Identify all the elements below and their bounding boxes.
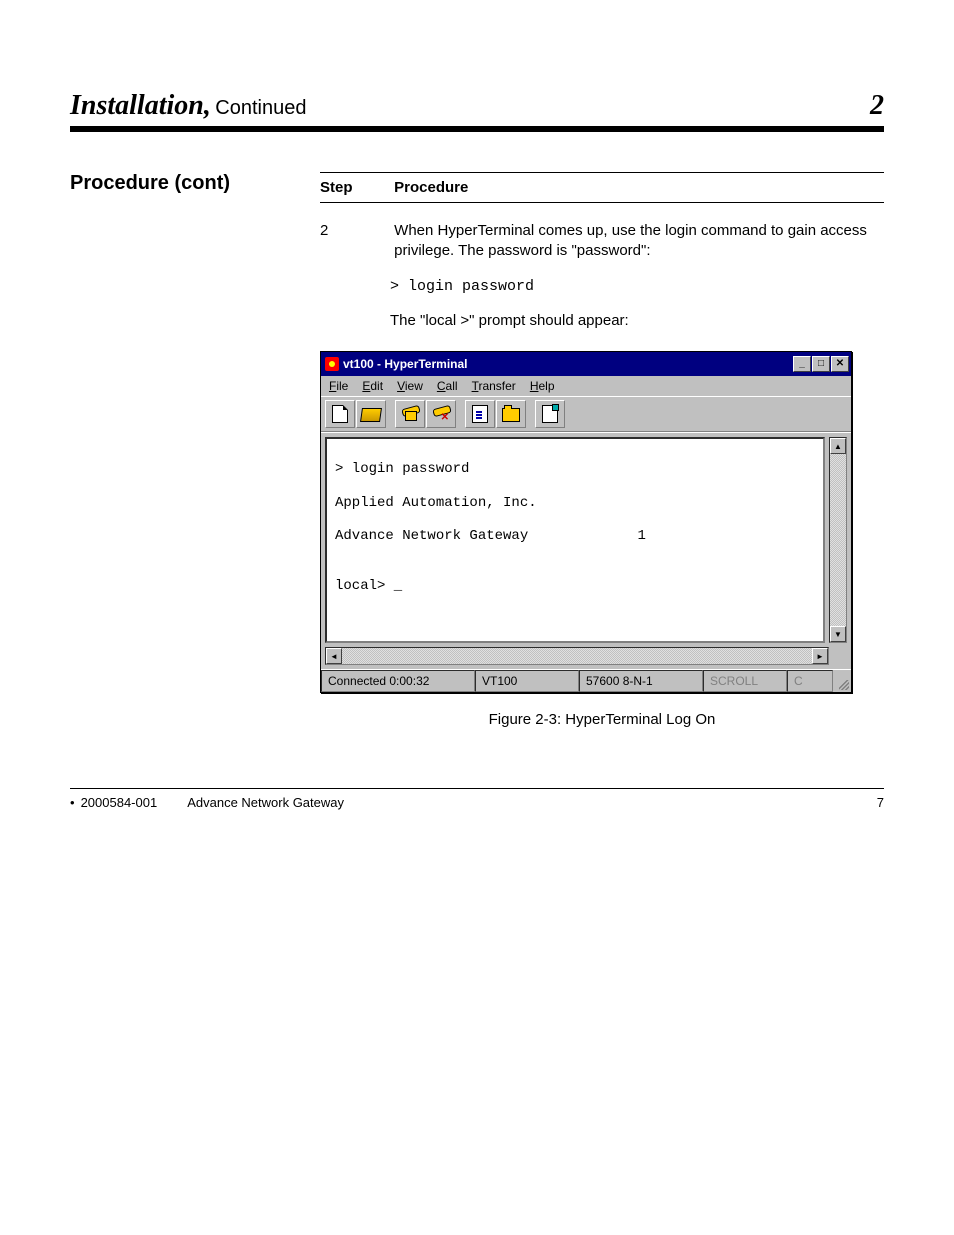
chapter-title-group: Installation, Continued bbox=[70, 90, 306, 122]
footer-title: Advance Network Gateway bbox=[187, 795, 344, 810]
scroll-track[interactable] bbox=[342, 648, 812, 664]
scroll-up-icon[interactable]: ▲ bbox=[830, 438, 846, 454]
menu-help[interactable]: Help bbox=[530, 379, 555, 393]
menu-call[interactable]: Call bbox=[437, 379, 458, 393]
chapter-number: 2 bbox=[870, 90, 884, 122]
status-emulation: VT100 bbox=[475, 670, 579, 692]
menu-edit[interactable]: Edit bbox=[362, 379, 383, 393]
hscroll-row: ◄ ► bbox=[325, 647, 847, 665]
receive-file-icon bbox=[502, 408, 520, 422]
maximize-button[interactable]: □ bbox=[812, 356, 830, 372]
section-label-col: Procedure (cont) bbox=[70, 172, 320, 728]
section-step-header: Step Procedure bbox=[320, 172, 884, 203]
figure-caption: Figure 2-3: HyperTerminal Log On bbox=[320, 711, 884, 728]
menubar: File Edit View Call Transfer Help bbox=[321, 376, 851, 396]
status-connected: Connected 0:00:32 bbox=[321, 670, 475, 692]
scroll-track[interactable] bbox=[830, 454, 846, 626]
toolbar-open[interactable] bbox=[356, 400, 386, 428]
app-icon bbox=[325, 357, 339, 371]
procedure-text-1: When HyperTerminal comes up, use the log… bbox=[394, 221, 883, 262]
toolbar-disconnect[interactable] bbox=[426, 400, 456, 428]
step-label: Step bbox=[320, 179, 390, 196]
statusbar: Connected 0:00:32 VT100 57600 8-N-1 SCRO… bbox=[321, 669, 851, 692]
toolbar bbox=[321, 396, 851, 432]
page-footer: 2000584-001 Advance Network Gateway 7 bbox=[70, 788, 884, 810]
window-title: vt100 - HyperTerminal bbox=[343, 357, 468, 371]
window-buttons: _ □ ✕ bbox=[793, 356, 849, 372]
scroll-left-icon[interactable]: ◄ bbox=[326, 648, 342, 664]
scroll-down-icon[interactable]: ▼ bbox=[830, 626, 846, 642]
open-folder-icon bbox=[360, 408, 382, 422]
chapter-subtitle: Continued bbox=[215, 97, 306, 119]
footer-left: 2000584-001 Advance Network Gateway bbox=[70, 795, 344, 810]
new-doc-icon bbox=[332, 405, 348, 423]
status-caps: C bbox=[787, 670, 833, 692]
footer-page: 7 bbox=[877, 795, 884, 810]
titlebar[interactable]: vt100 - HyperTerminal _ □ ✕ bbox=[321, 352, 851, 376]
step-number: 2 bbox=[320, 221, 390, 241]
hyperterminal-window: vt100 - HyperTerminal _ □ ✕ File Edit Vi… bbox=[320, 351, 852, 693]
phone-hangup-icon bbox=[433, 407, 449, 421]
close-button[interactable]: ✕ bbox=[831, 356, 849, 372]
terminal-line: Advance Network Gateway 1 bbox=[335, 528, 815, 546]
section-row: Procedure (cont) Step Procedure 2 When H… bbox=[70, 172, 884, 728]
terminal-line: Applied Automation, Inc. bbox=[335, 495, 815, 513]
scroll-right-icon[interactable]: ► bbox=[812, 648, 828, 664]
titlebar-left: vt100 - HyperTerminal bbox=[325, 357, 468, 371]
resize-grip-icon[interactable] bbox=[833, 670, 851, 692]
status-port: 57600 8-N-1 bbox=[579, 670, 703, 692]
toolbar-properties[interactable] bbox=[535, 400, 565, 428]
minimize-button[interactable]: _ bbox=[793, 356, 811, 372]
section-content-col: Step Procedure 2 When HyperTerminal come… bbox=[320, 172, 884, 728]
status-scroll: SCROLL bbox=[703, 670, 787, 692]
toolbar-send[interactable] bbox=[465, 400, 495, 428]
menu-file[interactable]: File bbox=[329, 379, 348, 393]
toolbar-call[interactable] bbox=[395, 400, 425, 428]
horizontal-scrollbar[interactable]: ◄ ► bbox=[325, 647, 829, 665]
procedure-label: Procedure bbox=[394, 179, 468, 196]
footer-pub: 2000584-001 bbox=[70, 795, 157, 810]
terminal-line: > login password bbox=[335, 461, 815, 479]
terminal-area[interactable]: > login password Applied Automation, Inc… bbox=[325, 437, 825, 643]
terminal-body-row: > login password Applied Automation, Inc… bbox=[321, 432, 851, 647]
procedure-command: > login password bbox=[390, 278, 534, 295]
document-page: Installation, Continued 2 Procedure (con… bbox=[0, 0, 954, 850]
menu-transfer[interactable]: Transfer bbox=[472, 379, 516, 393]
properties-icon bbox=[542, 405, 558, 423]
toolbar-receive[interactable] bbox=[496, 400, 526, 428]
phone-icon bbox=[402, 407, 418, 421]
send-file-icon bbox=[472, 405, 488, 423]
procedure-body: 2 When HyperTerminal comes up, use the l… bbox=[320, 221, 884, 331]
terminal-line: local> _ bbox=[335, 578, 815, 596]
vertical-scrollbar[interactable]: ▲ ▼ bbox=[829, 437, 847, 643]
chapter-title: Installation, bbox=[70, 90, 211, 121]
scroll-corner bbox=[831, 647, 847, 663]
chapter-header: Installation, Continued 2 bbox=[70, 90, 884, 132]
procedure-text-2: The "local >" prompt should appear: bbox=[320, 311, 884, 331]
toolbar-new[interactable] bbox=[325, 400, 355, 428]
section-label: Procedure (cont) bbox=[70, 172, 320, 195]
figure-wrap: vt100 - HyperTerminal _ □ ✕ File Edit Vi… bbox=[320, 351, 884, 728]
menu-view[interactable]: View bbox=[397, 379, 423, 393]
